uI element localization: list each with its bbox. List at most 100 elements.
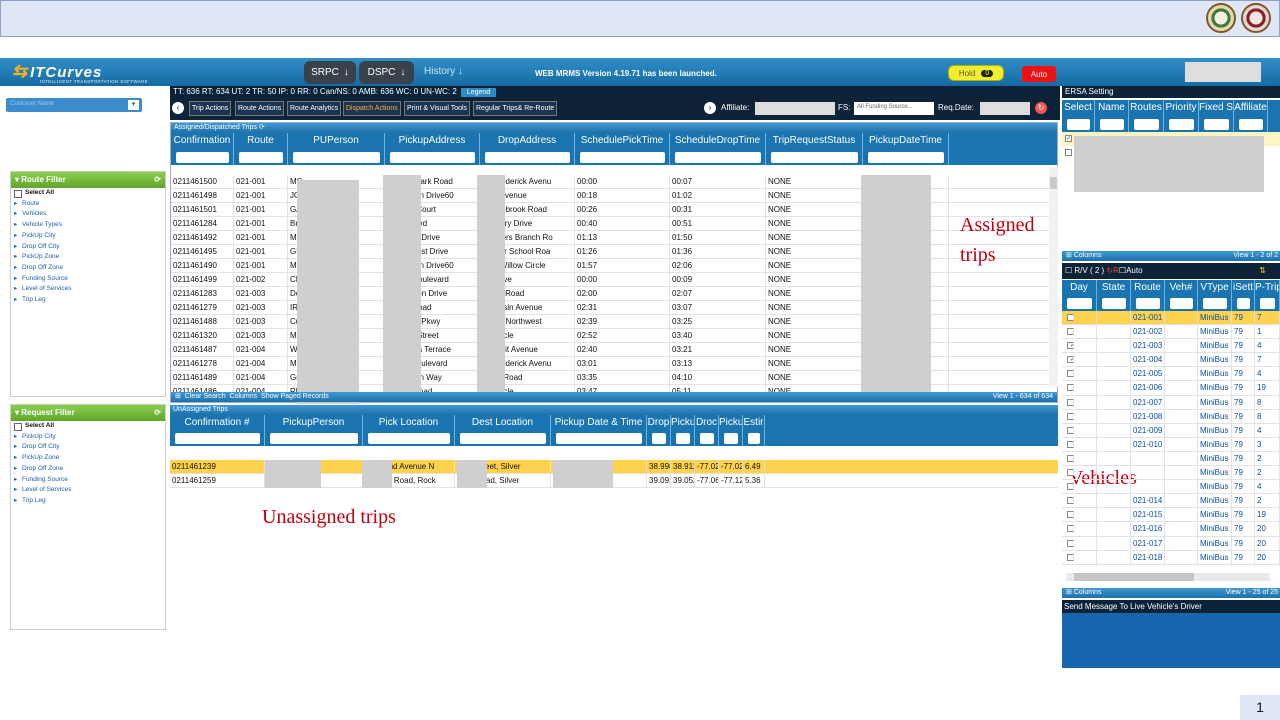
assigned-scrollbar[interactable] — [1049, 167, 1058, 387]
column-filter-input[interactable] — [674, 151, 761, 163]
chevron-left-icon[interactable]: ‹ — [172, 102, 184, 114]
row-checkbox[interactable]: ✓ — [1067, 356, 1074, 364]
route-filter-item[interactable]: Drop Off City — [11, 242, 165, 253]
row-checkbox[interactable] — [1067, 384, 1074, 392]
column-filter-input[interactable] — [651, 432, 666, 444]
request-select-all[interactable]: Select All — [11, 421, 165, 432]
ersa-columns-button[interactable]: Columns — [1074, 252, 1102, 259]
dispatch-actions-menu[interactable]: Dispatch Actions — [343, 101, 401, 116]
column-header[interactable]: PickupAddress — [385, 133, 480, 149]
route-filter-item[interactable]: Level of Services — [11, 284, 165, 295]
add-icon[interactable]: ⊞ — [1066, 252, 1072, 259]
route-icon[interactable]: ↻R — [1106, 266, 1118, 275]
column-filter-input[interactable] — [770, 151, 858, 163]
add-icon[interactable]: ⊞ — [1066, 589, 1072, 596]
row-checkbox[interactable] — [1067, 314, 1074, 321]
vehicles-columns-button[interactable]: Columns — [1074, 589, 1102, 596]
column-filter-input[interactable] — [484, 151, 570, 163]
route-filter-item[interactable]: Vehicle Types — [11, 220, 165, 231]
auto-button[interactable]: Auto — [1022, 66, 1056, 82]
column-header[interactable]: PickupPerson — [265, 415, 363, 430]
column-header[interactable]: Picku — [719, 415, 743, 430]
vehicle-row[interactable]: MiniBus 79 4 — [1062, 480, 1280, 495]
column-header[interactable]: DropAddress — [480, 133, 575, 149]
column-header[interactable]: ScheduleDropTime — [670, 133, 766, 149]
column-header[interactable]: TripRequestStatus — [766, 133, 863, 149]
row-checkbox[interactable] — [1067, 483, 1074, 491]
vehicle-row[interactable]: 021-005 MiniBus 79 4 — [1062, 367, 1280, 382]
vehicle-row[interactable]: 021-007 MiniBus 79 8 — [1062, 395, 1280, 410]
column-filter-input[interactable] — [238, 151, 283, 163]
route-filter-item[interactable]: PickUp Zone — [11, 252, 165, 263]
row-checkbox[interactable] — [1067, 469, 1074, 477]
column-header[interactable]: Pick Location — [363, 415, 455, 430]
vehicle-row[interactable]: 021-009 MiniBus 79 4 — [1062, 423, 1280, 438]
vehicle-row[interactable]: 021-017 MiniBus 79 20 — [1062, 536, 1280, 551]
route-filter-item[interactable]: PickUp City — [11, 231, 165, 242]
row-checkbox[interactable] — [1067, 328, 1074, 336]
column-filter-input[interactable] — [459, 432, 546, 444]
column-header[interactable]: Affiliate — [1234, 100, 1268, 116]
route-filter-item[interactable]: Drop Off Zone — [11, 263, 165, 274]
row-checkbox[interactable] — [1067, 553, 1074, 561]
add-icon[interactable]: ⊞ — [175, 393, 181, 400]
column-filter-input[interactable] — [1101, 297, 1126, 309]
vehicle-row[interactable]: 021-010 MiniBus 79 3 — [1062, 437, 1280, 452]
column-filter-input[interactable] — [174, 432, 260, 444]
vehicle-row[interactable]: 021-018 MiniBus 79 20 — [1062, 550, 1280, 565]
show-paged-records-button[interactable]: Show Paged Records — [261, 393, 329, 400]
row-checkbox[interactable] — [1067, 525, 1074, 533]
column-header[interactable]: Picku — [671, 415, 695, 430]
column-header[interactable]: Name — [1095, 100, 1129, 116]
column-header[interactable]: SchedulePickTime — [575, 133, 670, 149]
sort-arrows-icon[interactable]: ⇅ — [1259, 263, 1266, 279]
row-checkbox[interactable] — [1067, 412, 1074, 420]
request-filter-item[interactable]: Drop Off Zone — [11, 464, 165, 475]
columns-button[interactable]: Columns — [230, 393, 258, 400]
refresh-filter-icon[interactable]: ⟳ — [154, 172, 161, 188]
print-visual-tools-menu[interactable]: Print & Visual Tools — [404, 101, 471, 116]
column-header[interactable]: Pickup Date & Time — [551, 415, 647, 430]
column-filter-input[interactable] — [555, 432, 642, 444]
column-filter-input[interactable] — [1066, 297, 1092, 309]
column-header[interactable]: P-Trip — [1255, 280, 1280, 295]
chevron-right-icon[interactable]: › — [704, 102, 716, 114]
vehicle-row[interactable]: 021-002 MiniBus 79 1 — [1062, 325, 1280, 340]
row-checkbox[interactable] — [1067, 426, 1074, 434]
column-filter-input[interactable] — [723, 432, 738, 444]
column-header[interactable]: Priority — [1164, 100, 1199, 116]
column-header[interactable]: Dest Location — [455, 415, 551, 430]
dropdown-icon[interactable]: ▾ — [128, 100, 139, 110]
column-filter-input[interactable] — [1133, 118, 1159, 130]
trip-actions-menu[interactable]: Trip Actions — [189, 101, 232, 116]
row-checkbox[interactable] — [1067, 511, 1074, 519]
column-header[interactable]: Route — [1131, 280, 1165, 295]
vehicle-row[interactable]: 021-006 MiniBus 79 19 — [1062, 381, 1280, 396]
column-header[interactable]: Estir — [743, 415, 765, 430]
column-header[interactable]: iSett — [1232, 280, 1255, 295]
route-filter-item[interactable]: Funding Source — [11, 274, 165, 285]
column-filter-input[interactable] — [747, 432, 760, 444]
dspc-button[interactable]: DSPC ↓ — [359, 61, 414, 84]
column-header[interactable]: Select — [1062, 100, 1095, 116]
request-filter-item[interactable]: Level of Services — [11, 485, 165, 496]
column-header[interactable]: Day — [1062, 280, 1097, 295]
column-filter-input[interactable] — [1099, 118, 1124, 130]
column-filter-input[interactable] — [389, 151, 475, 163]
column-filter-input[interactable] — [675, 432, 690, 444]
column-filter-input[interactable] — [367, 432, 450, 444]
route-select-all[interactable]: Select All — [11, 188, 165, 199]
row-checkbox[interactable] — [1067, 440, 1074, 448]
column-filter-input[interactable] — [1238, 118, 1263, 130]
column-header[interactable]: Droc — [695, 415, 719, 430]
vehicle-row[interactable]: MiniBus 79 2 — [1062, 466, 1280, 481]
route-filter-item[interactable]: Route — [11, 199, 165, 210]
refresh-icon[interactable]: ⟳ — [259, 124, 265, 131]
row-checkbox[interactable] — [1067, 370, 1074, 378]
column-header[interactable]: Confirmation — [171, 133, 234, 149]
column-filter-input[interactable] — [1135, 297, 1160, 309]
column-header[interactable]: PickupDateTime — [863, 133, 949, 149]
vehicle-row[interactable]: 021-016 MiniBus 79 20 — [1062, 522, 1280, 537]
column-filter-input[interactable] — [1203, 118, 1229, 130]
column-header[interactable]: Drop — [647, 415, 671, 430]
